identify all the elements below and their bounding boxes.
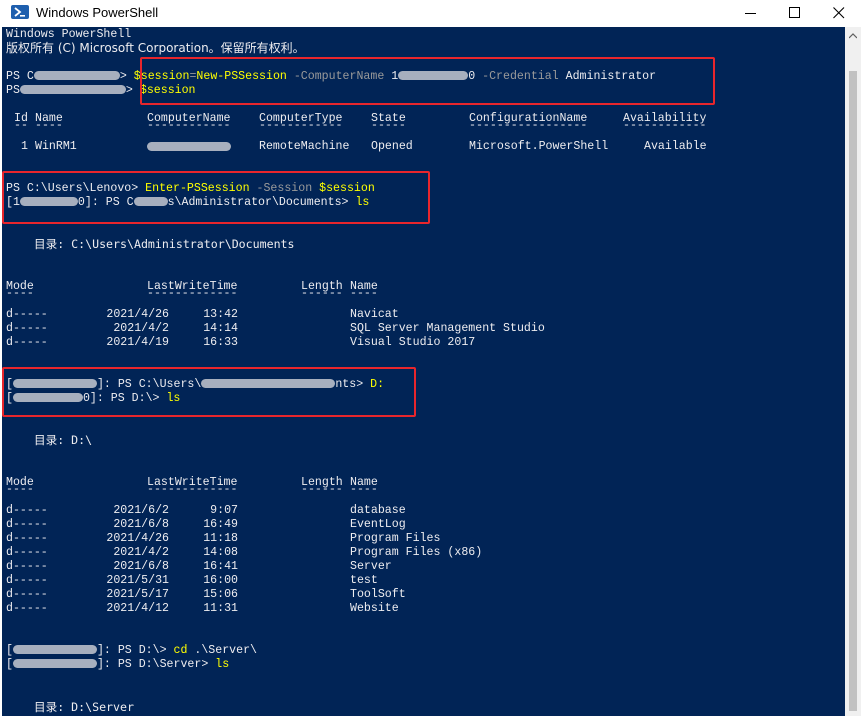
minimize-icon bbox=[745, 13, 756, 14]
remote-prompt-cd-server: []: PS D:\> cd .\Server\ bbox=[6, 644, 258, 657]
maximize-icon bbox=[789, 7, 800, 18]
close-button[interactable] bbox=[817, 0, 861, 27]
remote-prompt-ls-server: []: PS D:\Server> ls bbox=[6, 658, 230, 671]
redacted-ip bbox=[12, 659, 97, 669]
vertical-scrollbar[interactable] bbox=[845, 27, 861, 716]
close-icon bbox=[833, 7, 845, 19]
console-output[interactable]: Windows PowerShell 版权所有 (C) Microsoft Co… bbox=[2, 27, 845, 716]
dir-entry-time: 9:07 bbox=[210, 504, 238, 517]
dir-entry-name: Program Files (x86) bbox=[350, 546, 483, 559]
dir-entry-mode: d----- bbox=[6, 574, 48, 587]
dir-entry-mode: d----- bbox=[6, 560, 48, 573]
dir-entry-time: 13:42 bbox=[203, 308, 238, 321]
redacted-path bbox=[33, 71, 120, 81]
redacted-computername bbox=[147, 142, 231, 151]
directory-label: 目录: D:\ bbox=[34, 433, 93, 447]
maximize-button[interactable] bbox=[773, 0, 817, 27]
directory-label: 目录: C:\Users\Administrator\Documents bbox=[34, 237, 295, 251]
dir-entry-time: 14:08 bbox=[203, 546, 238, 559]
powershell-icon bbox=[11, 5, 29, 19]
dir-entry-time: 14:14 bbox=[203, 322, 238, 335]
dir-entry-time: 16:33 bbox=[203, 336, 238, 349]
title-bar: Windows PowerShell bbox=[0, 0, 861, 27]
header-line-1: Windows PowerShell bbox=[6, 28, 132, 41]
redacted-ip bbox=[12, 645, 97, 655]
dir-entry-time: 11:31 bbox=[203, 602, 238, 615]
dir-entry-mode: d----- bbox=[6, 336, 48, 349]
dir-entry-name: ToolSoft bbox=[350, 588, 406, 601]
dir-entry-name: EventLog bbox=[350, 518, 406, 531]
window-title: Windows PowerShell bbox=[36, 5, 159, 20]
dir-entry-name: Visual Studio 2017 bbox=[350, 336, 476, 349]
minimize-button[interactable] bbox=[729, 0, 773, 27]
highlight-box-enter-session bbox=[2, 171, 430, 224]
dir-entry-name: Server bbox=[350, 560, 392, 573]
scrollbar-thumb[interactable] bbox=[849, 71, 857, 711]
dir-entry-mode: d----- bbox=[6, 546, 48, 559]
dir-entry-time: 15:06 bbox=[203, 588, 238, 601]
dir-entry-name: test bbox=[350, 574, 378, 587]
dir-entry-time: 16:41 bbox=[203, 560, 238, 573]
header-line-2: 版权所有 (C) Microsoft Corporation。保留所有权利。 bbox=[6, 41, 305, 55]
dir-entry-mode: d----- bbox=[6, 322, 48, 335]
dir-entry-time: 16:49 bbox=[203, 518, 238, 531]
highlight-box-new-session bbox=[140, 57, 715, 105]
dir-entry-name: Website bbox=[350, 602, 399, 615]
dir-entry-name: Program Files bbox=[350, 532, 441, 545]
highlight-box-d-drive bbox=[2, 367, 416, 417]
dir-entry-time: 11:18 bbox=[203, 532, 238, 545]
redacted-path bbox=[19, 85, 126, 95]
dir-entry-mode: d----- bbox=[6, 504, 48, 517]
dir-entry-name: Navicat bbox=[350, 308, 399, 321]
dir-entry-name: database bbox=[350, 504, 406, 517]
directory-label: 目录: D:\Server bbox=[34, 700, 134, 714]
dir-entry-name: SQL Server Management Studio bbox=[350, 322, 545, 335]
dir-entry-mode: d----- bbox=[6, 308, 48, 321]
dir-entry-time: 16:00 bbox=[203, 574, 238, 587]
scroll-up-icon[interactable] bbox=[849, 33, 857, 39]
dir-entry-mode: d----- bbox=[6, 532, 48, 545]
dir-entry-mode: d----- bbox=[6, 602, 48, 615]
dir-entry-mode: d----- bbox=[6, 588, 48, 601]
dir-entry-mode: d----- bbox=[6, 518, 48, 531]
